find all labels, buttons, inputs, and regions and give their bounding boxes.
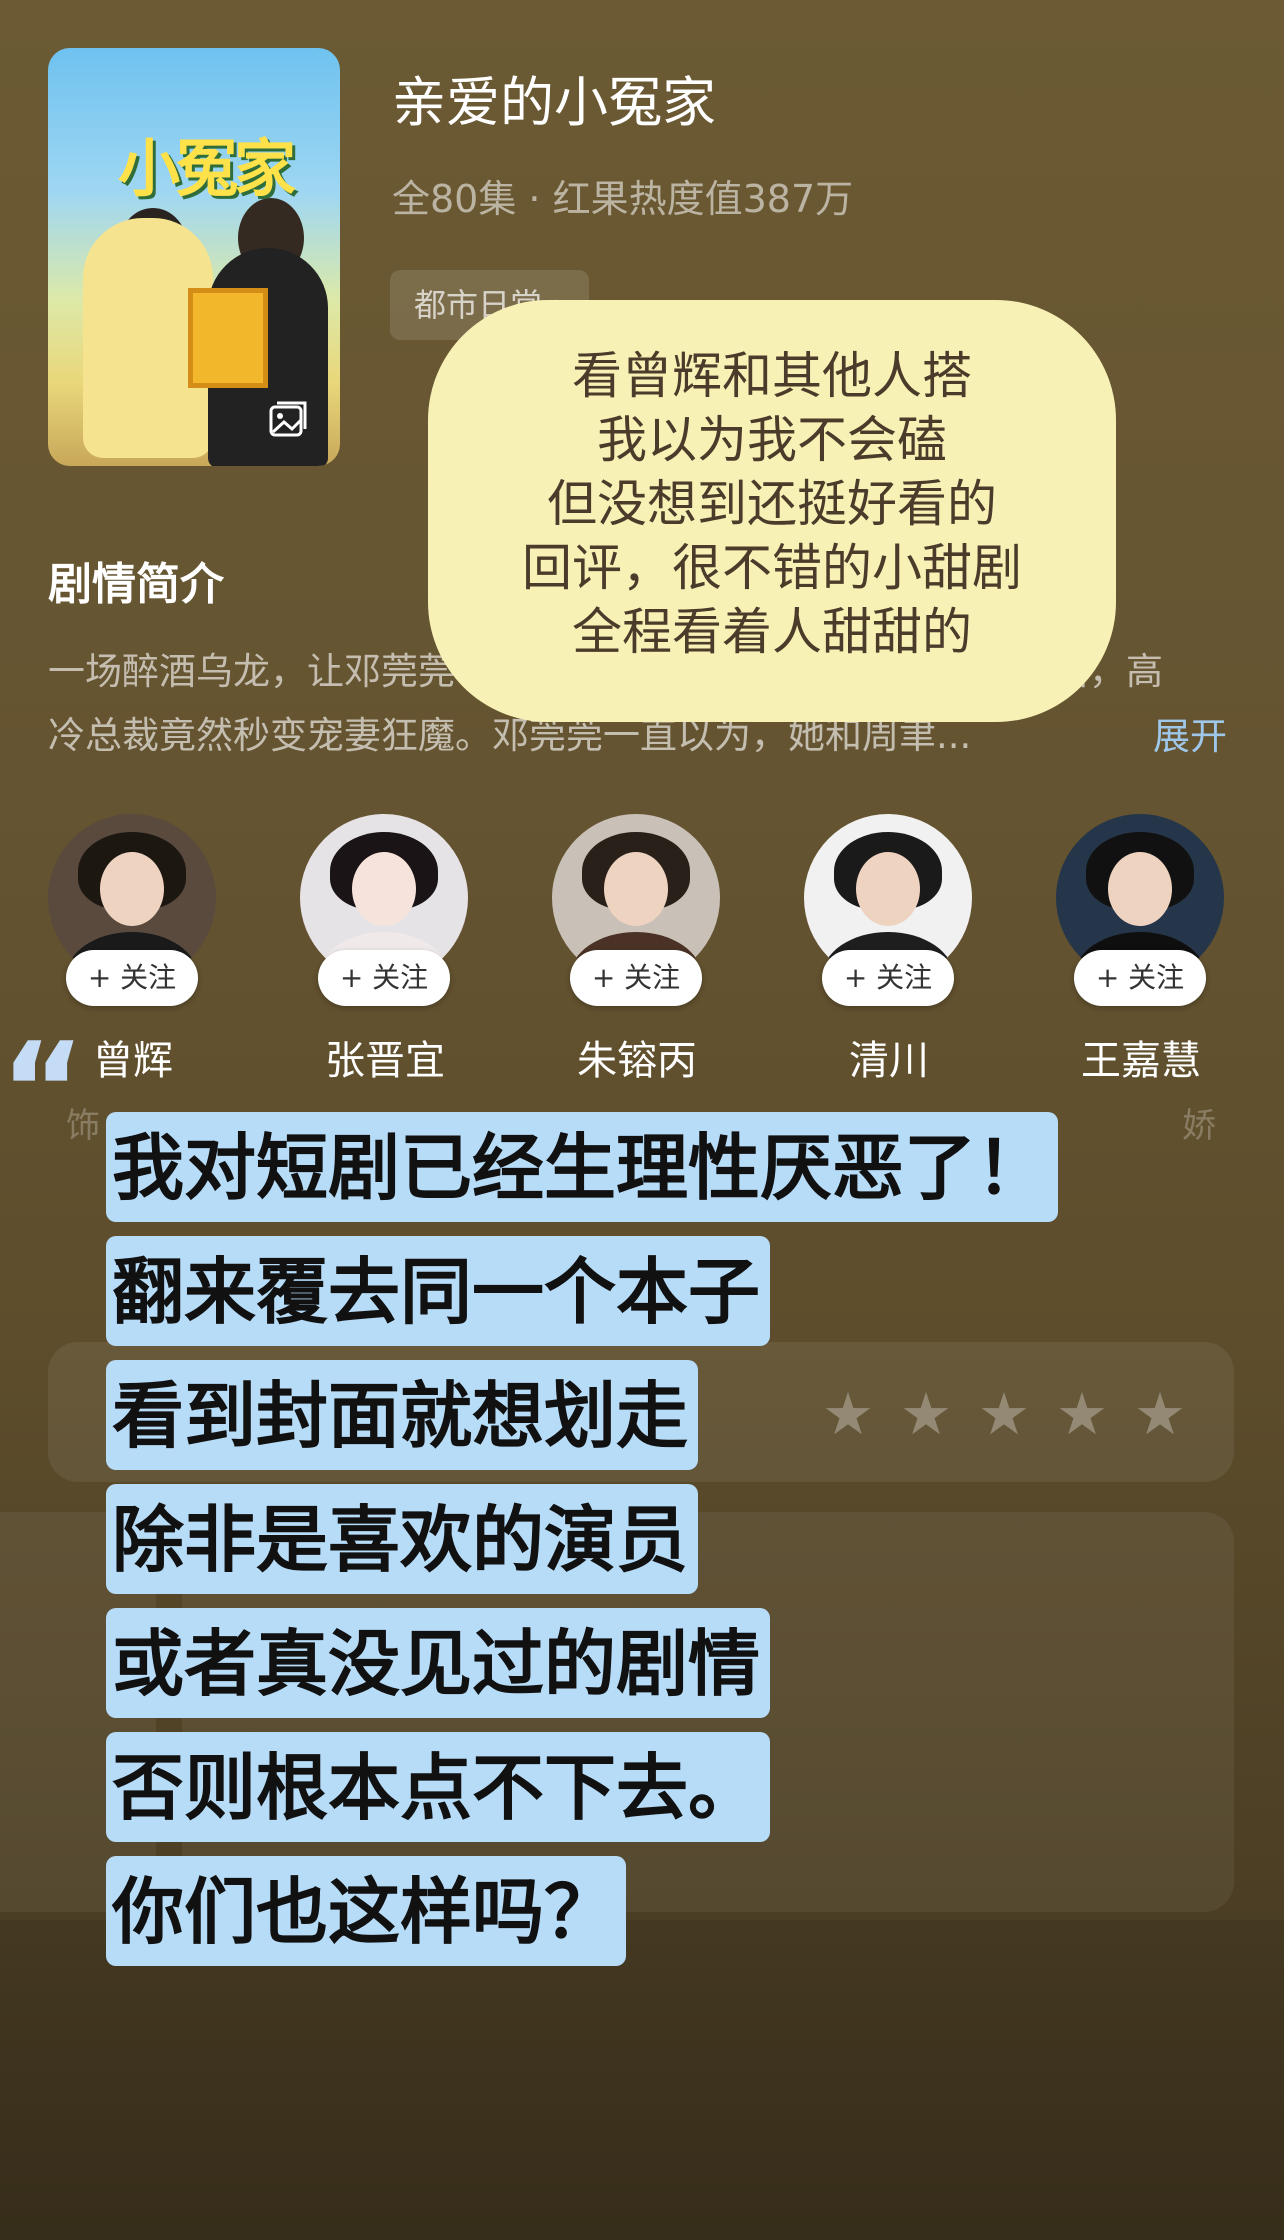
cast-member[interactable]: + 关注 王嘉慧	[1056, 808, 1226, 1084]
follow-button[interactable]: + 关注	[318, 950, 450, 1006]
drama-title: 亲爱的小冤家	[392, 71, 716, 134]
cast-name: 王嘉慧	[1081, 1038, 1201, 1084]
follow-button[interactable]: + 关注	[570, 950, 702, 1006]
bubble-line: 但没想到还挺好看的	[547, 475, 997, 533]
caption-overlay: 我对短剧已经生理性厌恶了！ 翻来覆去同一个本子 看到封面就想划走 除非是喜欢的演…	[106, 1112, 1059, 1980]
poster-photo-frame	[188, 288, 268, 388]
cast-member[interactable]: + 关注 清川	[804, 808, 974, 1084]
follow-button[interactable]: + 关注	[822, 950, 954, 1006]
caption-line: 你们也这样吗？	[106, 1856, 627, 1966]
caption-line: 看到封面就想划走	[106, 1360, 699, 1470]
quote-mark-icon: “	[0, 1014, 86, 1166]
bubble-line: 全程看着人甜甜的	[572, 603, 972, 661]
synopsis-line: 一场醉酒乌龙，让邓莞莞	[48, 650, 455, 693]
cast-member[interactable]: + 关注 张晋宜	[300, 808, 470, 1084]
cast-name: 张晋宜	[325, 1038, 445, 1084]
caption-line: 否则根本点不下去。	[106, 1732, 771, 1842]
caption-line: 除非是喜欢的演员	[106, 1484, 699, 1594]
gallery-icon[interactable]	[268, 400, 308, 440]
drama-poster[interactable]: 小冤家	[48, 48, 340, 466]
caption-line: 我对短剧已经生理性厌恶了！	[106, 1112, 1059, 1222]
synopsis-heading: 剧情简介	[48, 559, 224, 610]
bubble-line: 回评，很不错的小甜剧	[522, 539, 1022, 597]
cast-list: + 关注 曾辉 + 关注 张晋宜 + 关注 朱镕丙 + 关注 清川 + 关注 王…	[0, 808, 1284, 1084]
cast-name: 朱镕丙	[577, 1038, 697, 1084]
role-text-faded: 娇	[1182, 1106, 1216, 1146]
bubble-line: 看曾辉和其他人搭	[572, 347, 972, 405]
caption-line: 翻来覆去同一个本子	[106, 1236, 771, 1346]
expand-link[interactable]: 展开	[1153, 706, 1227, 760]
cast-name: 清川	[849, 1038, 929, 1084]
cast-member[interactable]: + 关注 朱镕丙	[552, 808, 722, 1084]
drama-meta: 全80集 · 红果热度值387万	[392, 177, 854, 221]
poster-title-art: 小冤家	[118, 132, 296, 205]
follow-button[interactable]: + 关注	[66, 950, 198, 1006]
bubble-line: 我以为我不会磕	[597, 411, 947, 469]
follow-button[interactable]: + 关注	[1074, 950, 1206, 1006]
comment-bubble-sticker: 看曾辉和其他人搭 我以为我不会磕 但没想到还挺好看的 回评，很不错的小甜剧 全程…	[428, 300, 1116, 722]
caption-line: 或者真没见过的剧情	[106, 1608, 771, 1718]
